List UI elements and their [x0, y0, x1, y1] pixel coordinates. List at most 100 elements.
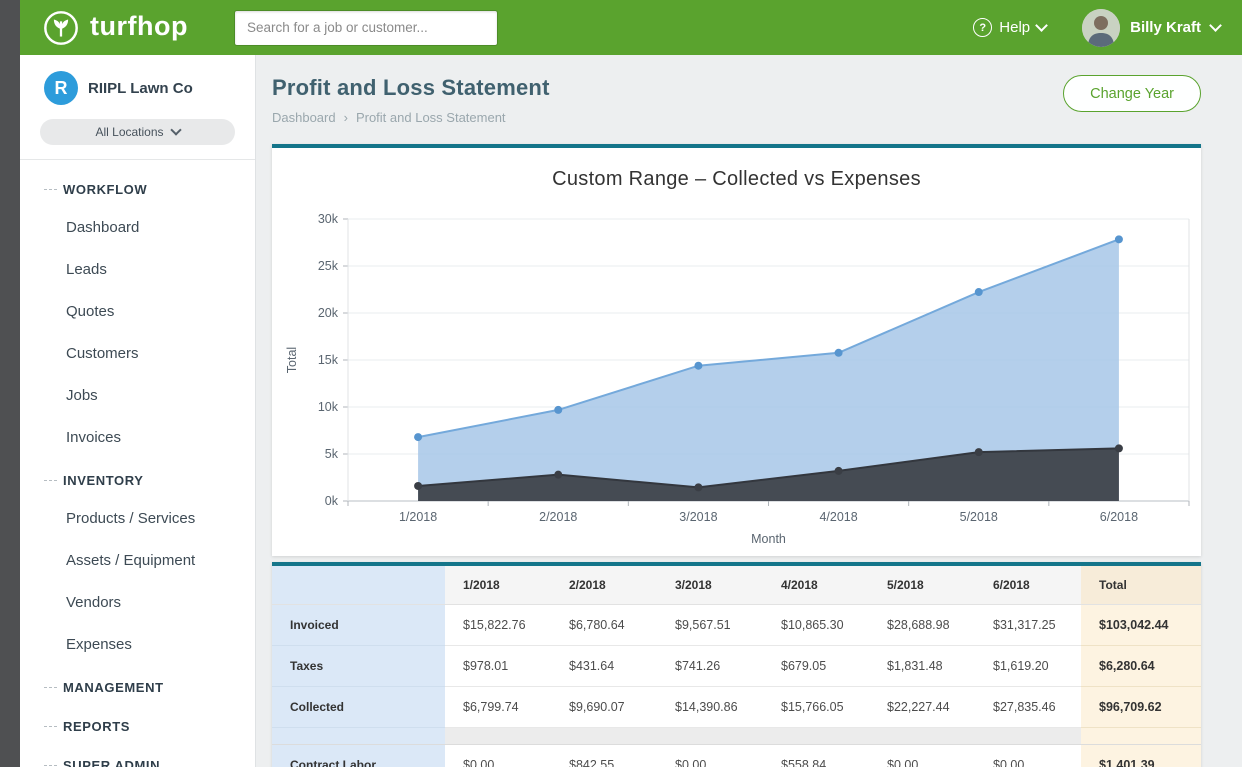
- table-header-cell: 5/2018: [869, 566, 975, 605]
- table-cell: $15,822.76: [445, 605, 551, 646]
- tree-dash-icon: [44, 480, 57, 481]
- breadcrumb-dashboard[interactable]: Dashboard: [272, 110, 336, 125]
- change-year-button[interactable]: Change Year: [1063, 75, 1201, 112]
- sidebar-item-assets-equipment[interactable]: Assets / Equipment: [20, 540, 255, 582]
- table-spacer-row: [272, 728, 1201, 745]
- chevron-down-icon: [1209, 19, 1222, 32]
- table-cell: $0.00: [445, 745, 551, 767]
- sidebar-section-workflow[interactable]: WORKFLOW: [20, 168, 255, 207]
- sidebar-section-label: SUPER ADMIN: [63, 758, 160, 767]
- table-cell: $431.64: [551, 646, 657, 687]
- breadcrumb-current: Profit and Loss Statement: [356, 110, 506, 125]
- svg-text:4/2018: 4/2018: [819, 510, 857, 524]
- help-label: Help: [999, 19, 1030, 36]
- sidebar-item-jobs[interactable]: Jobs: [20, 375, 255, 417]
- table-cell: $741.26: [657, 646, 763, 687]
- search-input[interactable]: [234, 10, 498, 46]
- tree-dash-icon: [44, 189, 57, 190]
- collected-vs-expenses-chart: 0k5k10k15k20k25k30k1/20182/20183/20184/2…: [272, 205, 1201, 550]
- table-row: Taxes$978.01$431.64$741.26$679.05$1,831.…: [272, 646, 1201, 687]
- table-header-cell: 4/2018: [763, 566, 869, 605]
- chevron-down-icon: [170, 124, 181, 135]
- row-total: $103,042.44: [1081, 605, 1201, 646]
- table-cell: $0.00: [869, 745, 975, 767]
- table-header-cell: [272, 566, 445, 605]
- page-header: Profit and Loss Statement Dashboard › Pr…: [272, 75, 1201, 125]
- topbar-right: ? Help Billy Kraft: [973, 9, 1220, 47]
- table-cell: $22,227.44: [869, 687, 975, 728]
- svg-text:20k: 20k: [318, 306, 339, 320]
- table-cell: $0.00: [975, 745, 1081, 767]
- chart-title: Custom Range – Collected vs Expenses: [272, 148, 1201, 205]
- svg-text:5k: 5k: [325, 447, 339, 461]
- table-cell: $679.05: [763, 646, 869, 687]
- row-label: Contract Labor: [272, 745, 445, 767]
- sidebar-item-dashboard[interactable]: Dashboard: [20, 207, 255, 249]
- chart-card: Custom Range – Collected vs Expenses 0k 5…: [272, 144, 1201, 556]
- help-menu[interactable]: ? Help: [973, 18, 1046, 37]
- locations-label: All Locations: [95, 125, 163, 139]
- table-row: Collected$6,799.74$9,690.07$14,390.86$15…: [272, 687, 1201, 728]
- sidebar-item-products-services[interactable]: Products / Services: [20, 498, 255, 540]
- svg-text:0k: 0k: [325, 494, 339, 508]
- table-header-cell: 3/2018: [657, 566, 763, 605]
- company-logo-icon: R: [44, 71, 78, 105]
- sidebar-item-customers[interactable]: Customers: [20, 333, 255, 375]
- table-header-cell: 6/2018: [975, 566, 1081, 605]
- sidebar-menu: WORKFLOW DashboardLeadsQuotesCustomersJob…: [20, 160, 255, 767]
- svg-text:6/2018: 6/2018: [1100, 510, 1138, 524]
- company-block: R RIIPL Lawn Co All Locations: [20, 55, 255, 160]
- app-screen: turfhop ? Help Billy Kraft: [0, 0, 1242, 767]
- row-total: $96,709.62: [1081, 687, 1201, 728]
- svg-text:3/2018: 3/2018: [679, 510, 717, 524]
- svg-text:1/2018: 1/2018: [399, 510, 437, 524]
- sidebar-section-inventory[interactable]: INVENTORY: [20, 459, 255, 498]
- row-total: $6,280.64: [1081, 646, 1201, 687]
- avatar: [1082, 9, 1120, 47]
- sidebar-section-management[interactable]: MANAGEMENT: [20, 666, 255, 705]
- sidebar-item-vendors[interactable]: Vendors: [20, 582, 255, 624]
- sidebar-section-label: MANAGEMENT: [63, 680, 164, 695]
- table-header-cell: 1/2018: [445, 566, 551, 605]
- breadcrumb: Dashboard › Profit and Loss Statement: [272, 110, 550, 125]
- sidebar-item-invoices[interactable]: Invoices: [20, 417, 255, 459]
- sidebar-item-expenses[interactable]: Expenses: [20, 624, 255, 666]
- row-label: Invoiced: [272, 605, 445, 646]
- left-edge-strip: [0, 0, 20, 767]
- table-header-cell: 2/2018: [551, 566, 657, 605]
- table-cell: $1,619.20: [975, 646, 1081, 687]
- svg-text:5/2018: 5/2018: [960, 510, 998, 524]
- company-selector[interactable]: R RIIPL Lawn Co: [40, 71, 235, 105]
- table-header-cell: Total: [1081, 566, 1201, 605]
- locations-dropdown[interactable]: All Locations: [40, 119, 235, 145]
- row-total: $1,401.39: [1081, 745, 1201, 767]
- table-cell: $10,865.30: [763, 605, 869, 646]
- table-row: Contract Labor$0.00$842.55$0.00$558.84$0…: [272, 745, 1201, 767]
- sidebar-item-leads[interactable]: Leads: [20, 249, 255, 291]
- app-logo-text: turfhop: [90, 13, 188, 43]
- table-cell: $9,690.07: [551, 687, 657, 728]
- tree-dash-icon: [44, 765, 57, 766]
- sidebar-section-label: WORKFLOW: [63, 182, 147, 197]
- sidebar-section-super-admin[interactable]: SUPER ADMIN: [20, 744, 255, 767]
- topbar: turfhop ? Help Billy Kraft: [20, 0, 1242, 55]
- breadcrumb-separator-icon: ›: [344, 110, 348, 125]
- svg-text:2/2018: 2/2018: [539, 510, 577, 524]
- pl-table-card: 1/20182/20183/20184/20185/20186/2018Tota…: [272, 562, 1201, 767]
- app-logo[interactable]: turfhop: [42, 9, 188, 47]
- svg-text:15k: 15k: [318, 353, 339, 367]
- user-menu[interactable]: Billy Kraft: [1082, 9, 1220, 47]
- turfhop-logo-icon: [42, 9, 80, 47]
- pl-table: 1/20182/20183/20184/20185/20186/2018Tota…: [272, 566, 1201, 767]
- sidebar-section-reports[interactable]: REPORTS: [20, 705, 255, 744]
- page-title: Profit and Loss Statement: [272, 75, 550, 101]
- main-content: Profit and Loss Statement Dashboard › Pr…: [256, 55, 1242, 767]
- tree-dash-icon: [44, 726, 57, 727]
- row-label: Taxes: [272, 646, 445, 687]
- table-cell: $31,317.25: [975, 605, 1081, 646]
- table-cell: $28,688.98: [869, 605, 975, 646]
- sidebar-item-quotes[interactable]: Quotes: [20, 291, 255, 333]
- svg-text:10k: 10k: [318, 400, 339, 414]
- table-cell: $6,780.64: [551, 605, 657, 646]
- table-cell: $9,567.51: [657, 605, 763, 646]
